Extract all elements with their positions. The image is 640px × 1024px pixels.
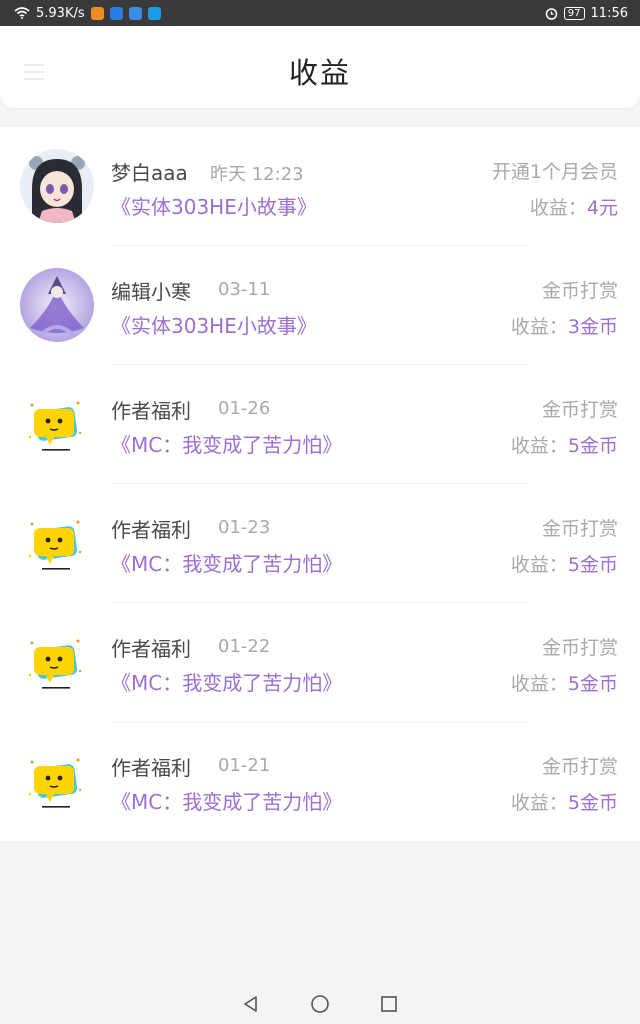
book-title-link[interactable]: 《MC：我变成了苦力怕》 xyxy=(111,667,342,696)
income-label: 收益： xyxy=(510,435,568,457)
back-icon[interactable] xyxy=(242,995,260,1013)
avatar[interactable] xyxy=(20,506,94,580)
income-amount: 收益：3金币 xyxy=(511,312,618,339)
alarm-icon xyxy=(545,7,558,20)
book-title-link[interactable]: 《MC：我变成了苦力怕》 xyxy=(111,429,342,458)
income-type: 金币打赏 xyxy=(541,637,618,659)
video-app-icon xyxy=(90,6,104,20)
user-name: 作者福利 xyxy=(111,756,191,780)
income-value: 5金币 xyxy=(567,554,618,576)
record-date: 01-21 xyxy=(218,755,271,776)
user-name: 梦白aaa xyxy=(111,161,188,185)
income-value: 5金币 xyxy=(567,673,618,695)
income-value: 3金币 xyxy=(567,316,618,338)
book-title-link[interactable]: 《实体303HE小故事》 xyxy=(111,310,317,339)
income-value: 5金币 xyxy=(567,435,618,457)
income-type: 金币打赏 xyxy=(541,280,618,302)
income-label: 收益： xyxy=(510,673,568,695)
record-date: 昨天 12:23 xyxy=(210,164,304,185)
list-item[interactable]: 编辑小寒 03-11 《实体303HE小故事》 金币打赏收益：3金币 xyxy=(0,246,640,365)
status-left: 5.93K/s xyxy=(14,6,161,21)
user-name: 作者福利 xyxy=(111,637,191,661)
income-value: 4元 xyxy=(586,197,618,219)
record-date: 03-11 xyxy=(218,279,271,300)
list-item[interactable]: 作者福利 01-22 《MC：我变成了苦力怕》 金币打赏收益：5金币 xyxy=(0,603,640,722)
income-type: 金币打赏 xyxy=(541,756,618,778)
recent-apps-icon[interactable] xyxy=(380,995,398,1013)
list-item[interactable]: 作者福利 01-26 《MC：我变成了苦力怕》 金币打赏收益：5金币 xyxy=(0,365,640,484)
income-label: 收益： xyxy=(510,554,568,576)
income-list: 梦白aaa 昨天 12:23 《实体303HE小故事》 开通1个月会员 收益：4元 编辑小… xyxy=(0,127,640,841)
income-type: 金币打赏 xyxy=(541,518,618,540)
income-amount: 收益：5金币 xyxy=(511,431,618,458)
home-icon[interactable] xyxy=(310,994,330,1014)
book-title-link[interactable]: 《实体303HE小故事》 xyxy=(111,191,317,220)
list-item[interactable]: 作者福利 01-21 《MC：我变成了苦力怕》 金币打赏收益：5金币 xyxy=(0,722,640,841)
income-value: 5金币 xyxy=(567,792,618,814)
status-right: 97 11:56 xyxy=(545,6,628,21)
wifi-icon xyxy=(14,7,30,19)
avatar[interactable] xyxy=(20,149,94,223)
search-app-icon xyxy=(147,6,161,20)
income-label: 收益： xyxy=(529,197,587,219)
system-nav-bar xyxy=(0,984,640,1024)
record-date: 01-26 xyxy=(218,398,271,419)
income-type: 金币打赏 xyxy=(541,399,618,421)
avatar[interactable] xyxy=(20,268,94,342)
user-name: 编辑小寒 xyxy=(111,280,191,304)
income-amount: 收益：5金币 xyxy=(511,788,618,815)
battery-indicator: 97 xyxy=(563,6,585,20)
income-amount: 收益：5金币 xyxy=(511,550,618,577)
list-item[interactable]: 作者福利 01-23 《MC：我变成了苦力怕》 金币打赏收益：5金币 xyxy=(0,484,640,603)
book-title-link[interactable]: 《MC：我变成了苦力怕》 xyxy=(111,786,342,815)
record-date: 01-22 xyxy=(218,636,271,657)
avatar[interactable] xyxy=(20,744,94,818)
income-label: 收益： xyxy=(510,316,568,338)
avatar[interactable] xyxy=(20,625,94,699)
store-app-icon xyxy=(109,6,123,20)
user-name: 作者福利 xyxy=(111,518,191,542)
income-amount: 收益：4元 xyxy=(530,193,618,220)
income-amount: 收益：5金币 xyxy=(511,669,618,696)
list-item[interactable]: 梦白aaa 昨天 12:23 《实体303HE小故事》 开通1个月会员收益：4元 xyxy=(0,127,640,246)
book-title-link[interactable]: 《MC：我变成了苦力怕》 xyxy=(111,548,342,577)
avatar[interactable] xyxy=(20,387,94,461)
network-speed: 5.93K/s xyxy=(36,5,85,21)
user-name: 作者福利 xyxy=(111,399,191,423)
status-bar: 5.93K/s 97 11:56 xyxy=(0,0,640,26)
income-label: 收益： xyxy=(510,792,568,814)
clock: 11:56 xyxy=(590,5,628,21)
header: 收益 xyxy=(0,26,640,108)
page-title: 收益 xyxy=(288,56,351,90)
income-type: 开通1个月会员 xyxy=(491,161,618,183)
gallery-app-icon xyxy=(128,6,142,20)
record-date: 01-23 xyxy=(218,517,271,538)
